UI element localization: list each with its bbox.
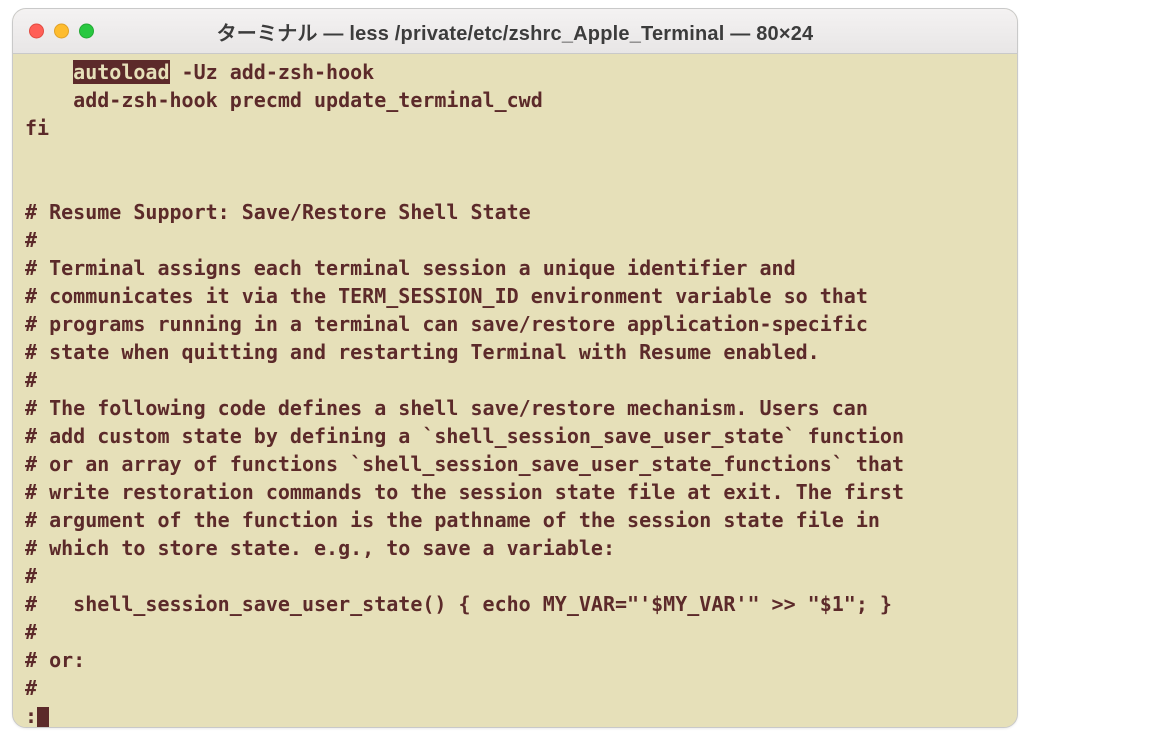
term-line: # programs running in a terminal can sav… xyxy=(25,312,868,336)
less-prompt[interactable]: : xyxy=(25,704,49,727)
terminal-window: ターミナル — less /private/etc/zshrc_Apple_Te… xyxy=(12,8,1018,728)
term-line: # add custom state by defining a `shell_… xyxy=(25,424,904,448)
term-line: # shell_session_save_user_state() { echo… xyxy=(25,592,892,616)
term-line: add-zsh-hook precmd update_terminal_cwd xyxy=(25,88,543,112)
term-text: -Uz add-zsh-hook xyxy=(170,60,375,84)
term-line: # which to store state. e.g., to save a … xyxy=(25,536,615,560)
term-line: # xyxy=(25,676,37,700)
term-line: # communicates it via the TERM_SESSION_I… xyxy=(25,284,868,308)
term-line: fi xyxy=(25,116,49,140)
term-line: # state when quitting and restarting Ter… xyxy=(25,340,820,364)
term-text xyxy=(25,60,73,84)
search-highlight: autoload xyxy=(73,60,169,84)
zoom-icon[interactable] xyxy=(79,24,94,39)
titlebar: ターミナル — less /private/etc/zshrc_Apple_Te… xyxy=(13,9,1017,54)
term-line: # xyxy=(25,228,37,252)
term-line: # Terminal assigns each terminal session… xyxy=(25,256,796,280)
traffic-lights xyxy=(13,24,94,39)
terminal-content[interactable]: autoload -Uz add-zsh-hook add-zsh-hook p… xyxy=(13,54,1017,727)
term-line: # or an array of functions `shell_sessio… xyxy=(25,452,904,476)
term-line: # xyxy=(25,620,37,644)
prompt-char: : xyxy=(25,704,37,727)
term-line: # xyxy=(25,368,37,392)
cursor-icon xyxy=(37,707,49,727)
term-line: # write restoration commands to the sess… xyxy=(25,480,904,504)
term-line: # or: xyxy=(25,648,85,672)
term-line: # xyxy=(25,564,37,588)
window-title: ターミナル — less /private/etc/zshrc_Apple_Te… xyxy=(13,17,1017,46)
term-line: # argument of the function is the pathna… xyxy=(25,508,880,532)
minimize-icon[interactable] xyxy=(54,24,69,39)
term-line: autoload -Uz add-zsh-hook xyxy=(25,60,374,84)
term-line: # Resume Support: Save/Restore Shell Sta… xyxy=(25,200,531,224)
term-line: # The following code defines a shell sav… xyxy=(25,396,868,420)
close-icon[interactable] xyxy=(29,24,44,39)
